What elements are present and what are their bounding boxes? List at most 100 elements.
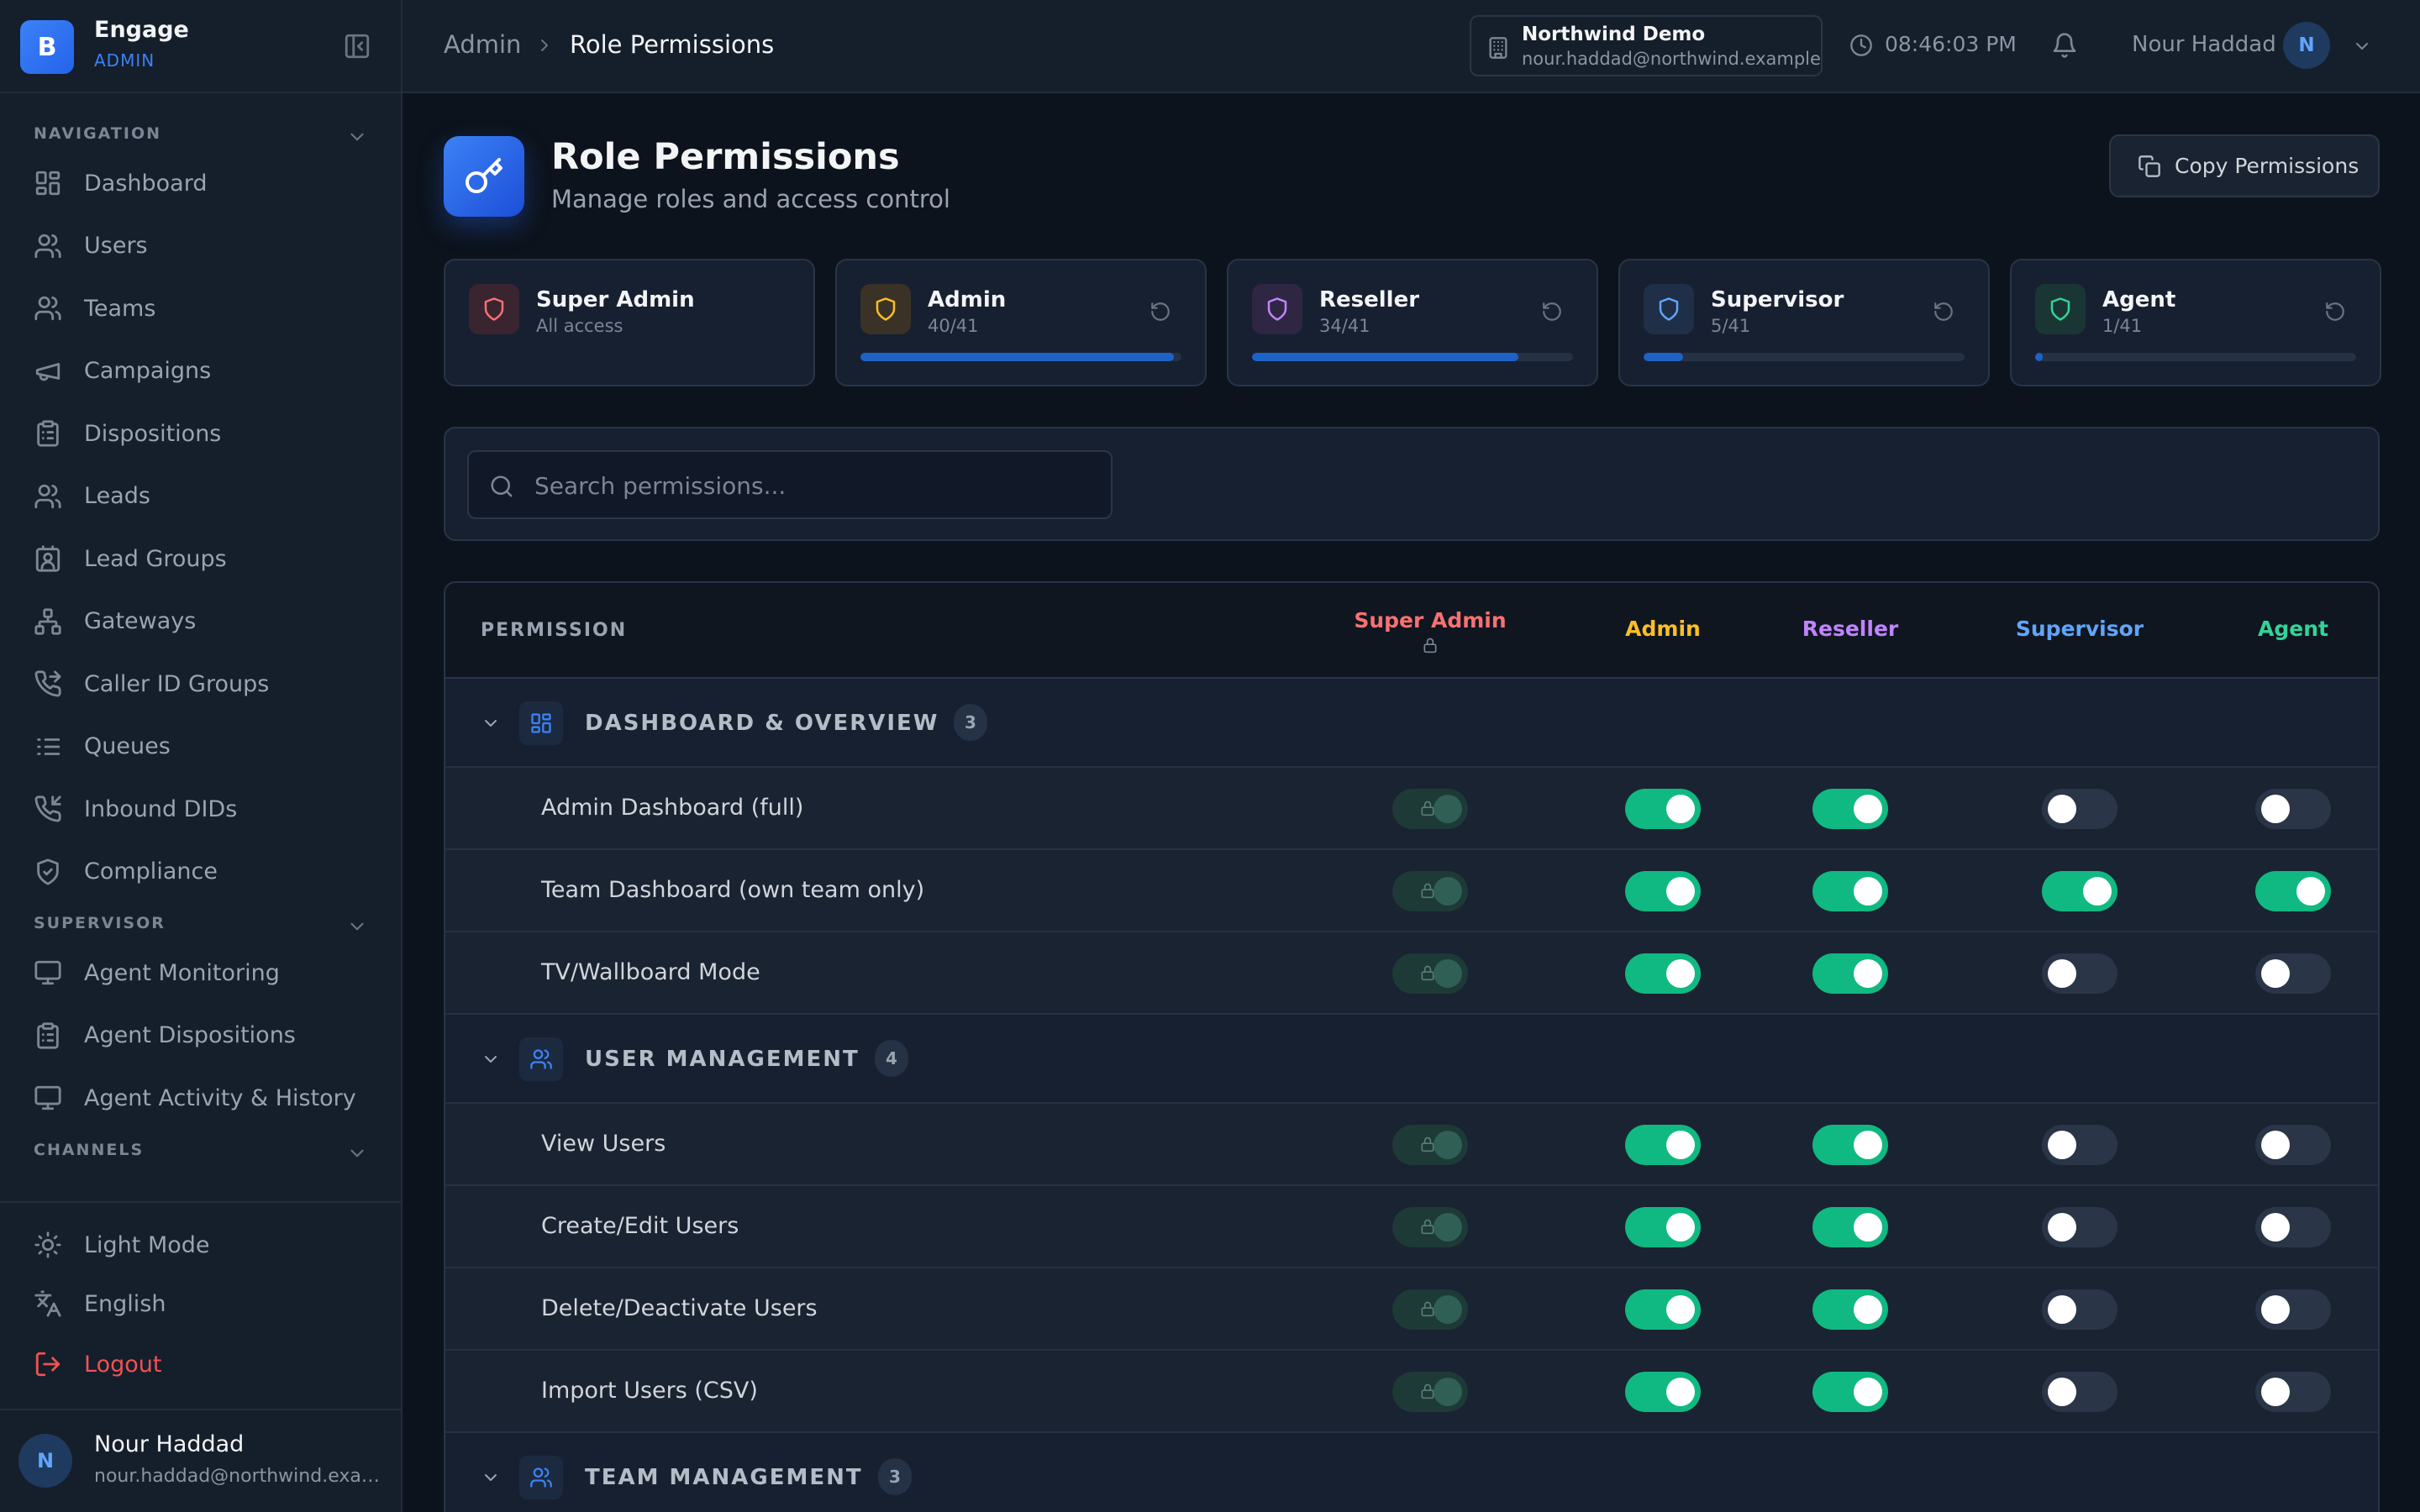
permission-group-team-management[interactable]: TEAM MANAGEMENT 3 [445, 1433, 2378, 1512]
toggle-super-admin-locked [1392, 1207, 1468, 1247]
toggle-supervisor[interactable] [2042, 1372, 2118, 1412]
toggle-admin[interactable] [1625, 1207, 1701, 1247]
toggle-supervisor[interactable] [2042, 953, 2118, 994]
sidebar-item-agent-activity-history[interactable]: Agent Activity & History [22, 1073, 383, 1123]
chevron-down-icon[interactable] [481, 1049, 501, 1069]
collapse-sidebar-icon[interactable] [343, 32, 371, 60]
column-header-admin: Admin [1625, 617, 1701, 641]
sidebar-item-users[interactable]: Users [22, 221, 383, 271]
toggle-admin[interactable] [1625, 953, 1701, 994]
sidebar-item-teams[interactable]: Teams [22, 283, 383, 333]
permissions-table: PERMISSION Super Admin Admin Reseller Super… [444, 581, 2380, 1512]
toggle-reseller[interactable] [1812, 871, 1888, 911]
group-count-badge: 3 [954, 704, 987, 741]
toggle-knob [1854, 877, 1882, 906]
toggle-knob [1434, 1295, 1462, 1324]
chevron-down-icon[interactable] [481, 713, 501, 733]
toggle-reseller[interactable] [1812, 1372, 1888, 1412]
breadcrumb-admin[interactable]: Admin [444, 30, 521, 59]
chevron-down-icon[interactable] [481, 1467, 501, 1488]
search-box[interactable] [467, 450, 1113, 519]
toggle-knob [1666, 795, 1695, 823]
table-header: PERMISSION Super Admin Admin Reseller Super… [445, 583, 2378, 679]
toggle-admin[interactable] [1625, 789, 1701, 829]
toggle-supervisor[interactable] [2042, 871, 2118, 911]
sidebar-item-label: Dispositions [84, 420, 222, 447]
sidebar-item-compliance[interactable]: Compliance [22, 847, 383, 897]
search-panel [444, 427, 2380, 541]
toggle-knob [1434, 1213, 1462, 1242]
sidebar-item-inbound-dids[interactable]: Inbound DIDs [22, 784, 383, 834]
group-label: TEAM MANAGEMENT [585, 1465, 863, 1490]
toggle-reseller[interactable] [1812, 953, 1888, 994]
toggle-knob [1854, 959, 1882, 988]
toggle-reseller[interactable] [1812, 1207, 1888, 1247]
sidebar-item-lead-groups[interactable]: Lead Groups [22, 533, 383, 584]
sidebar-item-agent-monitoring[interactable]: Agent Monitoring [22, 948, 383, 998]
language-selector[interactable]: English [22, 1278, 383, 1329]
toggle-supervisor[interactable] [2042, 1207, 2118, 1247]
user-name[interactable]: Nour Haddad [2132, 32, 2276, 57]
reset-icon[interactable] [2324, 301, 2346, 323]
role-progress-bar [860, 353, 1181, 361]
role-name: Super Admin [536, 287, 695, 312]
reset-icon[interactable] [1541, 301, 1563, 323]
bell-icon[interactable] [2051, 32, 2078, 59]
chevron-down-icon[interactable] [346, 126, 368, 148]
sidebar-item-gateways[interactable]: Gateways [22, 596, 383, 647]
sidebar-item-dispositions[interactable]: Dispositions [22, 408, 383, 459]
reset-icon[interactable] [1150, 301, 1171, 323]
permission-label: Delete/Deactivate Users [541, 1295, 818, 1321]
toggle-agent[interactable] [2255, 1372, 2331, 1412]
chevron-down-icon[interactable] [346, 916, 368, 937]
column-header-super-admin: Super Admin [1354, 608, 1507, 633]
toggle-supervisor[interactable] [2042, 1125, 2118, 1165]
permission-group-dashboard-overview[interactable]: DASHBOARD & OVERVIEW 3 [445, 679, 2378, 768]
table-row: Create/Edit Users [445, 1186, 2378, 1268]
sidebar-item-campaigns[interactable]: Campaigns [22, 346, 383, 396]
toggle-agent[interactable] [2255, 953, 2331, 994]
toggle-knob [1666, 1295, 1695, 1324]
sidebar-item-dashboard[interactable]: Dashboard [22, 158, 383, 208]
column-header-reseller: Reseller [1802, 617, 1899, 641]
user-avatar[interactable]: N [2283, 22, 2330, 69]
sidebar-item-leads[interactable]: Leads [22, 471, 383, 522]
toggle-knob [1434, 1378, 1462, 1406]
toggle-agent[interactable] [2255, 1125, 2331, 1165]
sidebar-item-agent-dispositions[interactable]: Agent Dispositions [22, 1011, 383, 1061]
group-count-badge: 3 [878, 1458, 912, 1495]
search-input[interactable] [534, 464, 1089, 507]
toggle-supervisor[interactable] [2042, 789, 2118, 829]
copy-permissions-button[interactable]: Copy Permissions [2109, 134, 2380, 197]
brand-name: Engage [94, 17, 189, 43]
toggle-super-admin-locked [1392, 1289, 1468, 1330]
sidebar-item-queues[interactable]: Queues [22, 722, 383, 772]
toggle-agent[interactable] [2255, 871, 2331, 911]
toggle-admin[interactable] [1625, 871, 1701, 911]
table-row: Import Users (CSV) [445, 1351, 2378, 1433]
toggle-agent[interactable] [2255, 1289, 2331, 1330]
chevron-down-icon[interactable] [2352, 36, 2372, 56]
toggle-agent[interactable] [2255, 789, 2331, 829]
toggle-admin[interactable] [1625, 1289, 1701, 1330]
permission-group-user-management[interactable]: USER MANAGEMENT 4 [445, 1015, 2378, 1104]
logout-button[interactable]: Logout [22, 1339, 383, 1389]
users-icon [34, 482, 62, 511]
clipboard-icon [34, 419, 62, 448]
toggle-admin[interactable] [1625, 1372, 1701, 1412]
profile-avatar[interactable]: N [18, 1434, 72, 1488]
shield-icon [2035, 284, 2086, 334]
toggle-reseller[interactable] [1812, 789, 1888, 829]
chevron-down-icon[interactable] [346, 1142, 368, 1164]
reset-icon[interactable] [1933, 301, 1954, 323]
toggle-admin[interactable] [1625, 1125, 1701, 1165]
sidebar-item-caller-id-groups[interactable]: Caller ID Groups [22, 659, 383, 709]
toggle-reseller[interactable] [1812, 1289, 1888, 1330]
toggle-supervisor[interactable] [2042, 1289, 2118, 1330]
toggle-agent[interactable] [2255, 1207, 2331, 1247]
organization-switcher[interactable]: Northwind Demo nour.haddad@northwind.exa… [1470, 15, 1823, 76]
light-mode-toggle[interactable]: Light Mode [22, 1220, 383, 1270]
organization-email: nour.haddad@northwind.example [1522, 49, 1821, 69]
nav-section-supervisor: SUPERVISOR [34, 914, 166, 932]
toggle-reseller[interactable] [1812, 1125, 1888, 1165]
